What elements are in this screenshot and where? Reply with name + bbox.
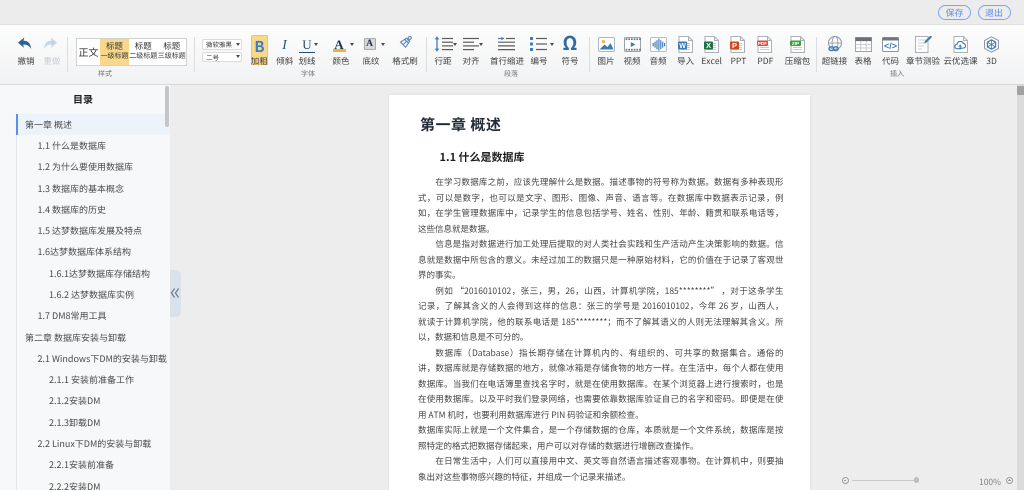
svg-text:X: X xyxy=(706,41,711,50)
svg-text:ZIP: ZIP xyxy=(791,40,798,45)
svg-text:</>: </> xyxy=(884,40,897,50)
svg-text:W: W xyxy=(679,43,686,50)
svg-text:PDF: PDF xyxy=(758,40,767,45)
svg-text:P: P xyxy=(732,41,737,50)
